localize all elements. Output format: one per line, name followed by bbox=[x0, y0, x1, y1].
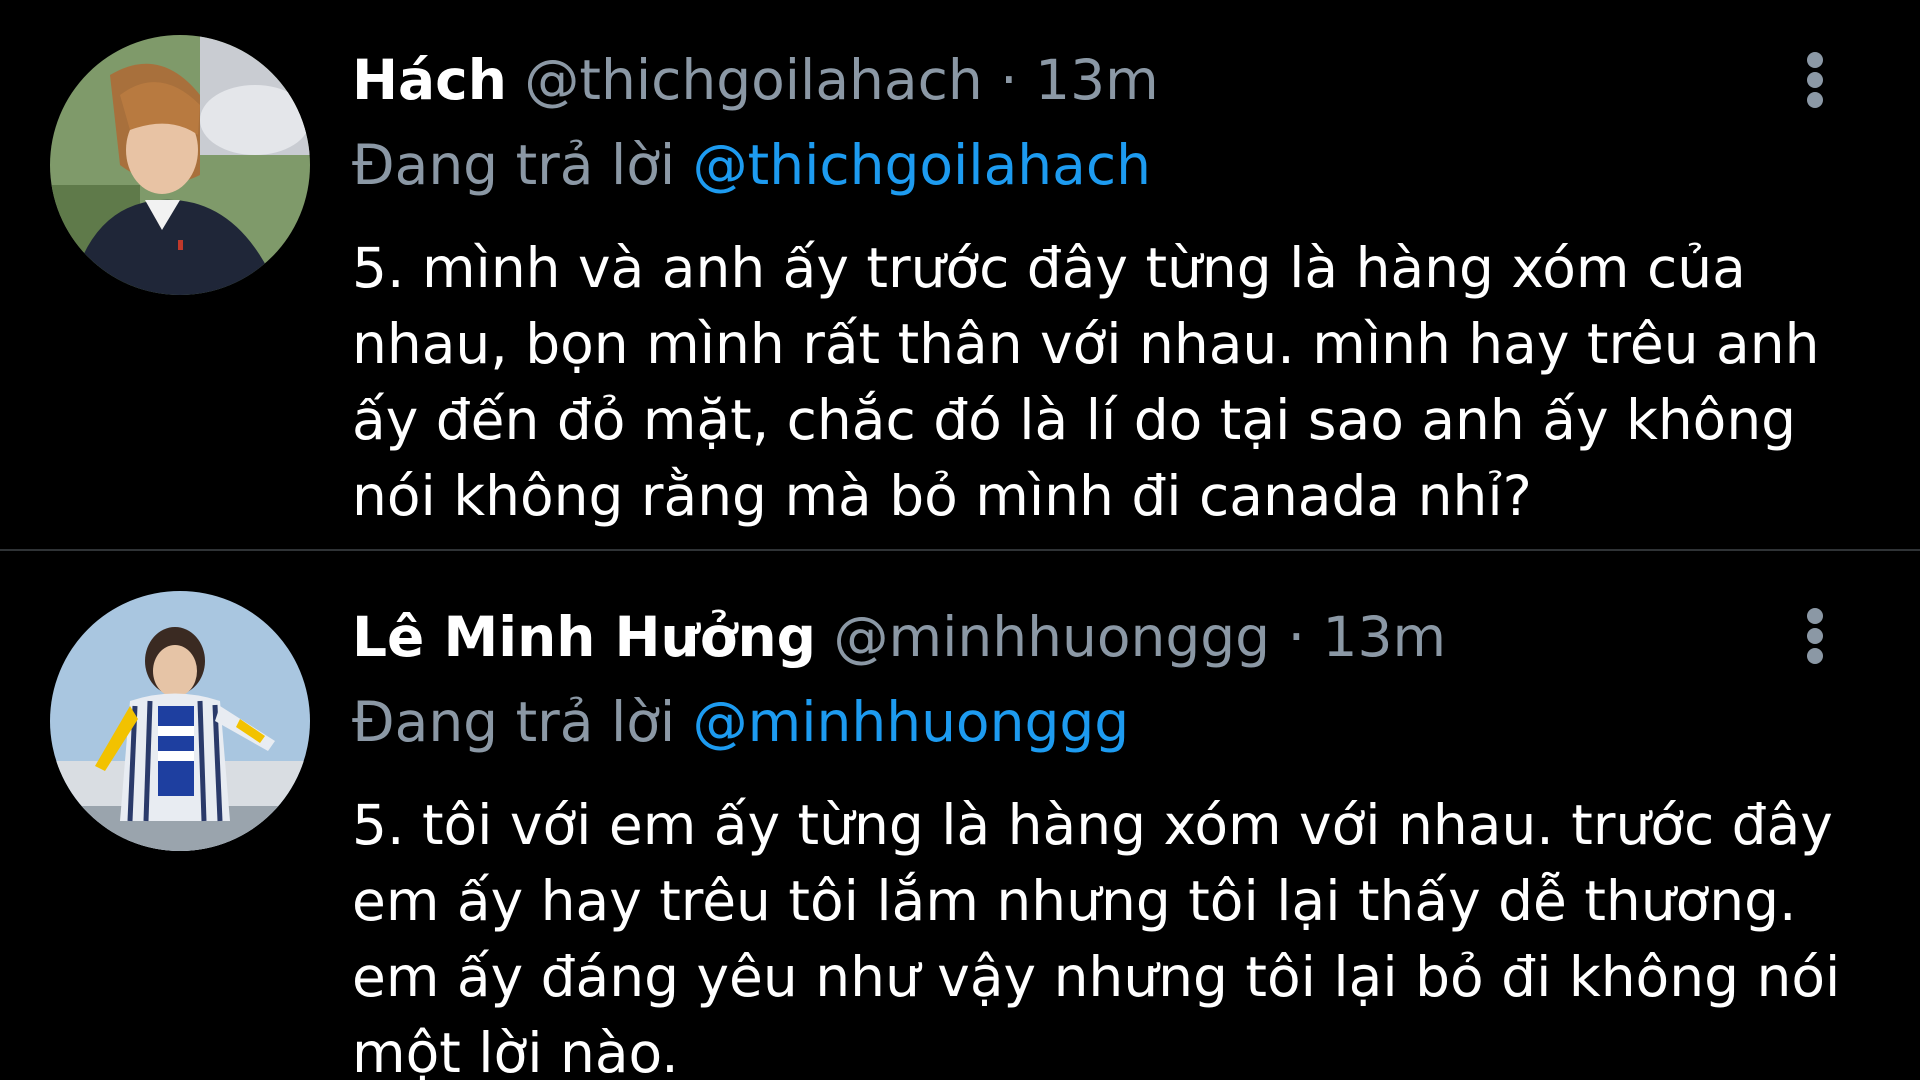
avatar[interactable] bbox=[50, 591, 310, 851]
tweet-text-line: em ấy hay trêu tôi lắm nhưng tôi lại thấ… bbox=[352, 869, 1797, 933]
more-options-button[interactable] bbox=[1790, 40, 1840, 120]
tweet-text-line: một lời nào. bbox=[352, 1021, 679, 1080]
tweet-text: 5. mình và anh ấy trước đây từng là hàng… bbox=[352, 230, 1852, 534]
tweet-header: Lê Minh Hưởng @minhhuonggg · 13m bbox=[352, 602, 1446, 672]
separator-dot: · bbox=[1287, 605, 1306, 669]
tweet-text-line: 5. tôi với em ấy từng là hàng xóm với nh… bbox=[352, 793, 1833, 857]
mention-link[interactable]: @thichgoilahach bbox=[693, 133, 1151, 197]
display-name[interactable]: Hách bbox=[352, 48, 507, 112]
user-handle[interactable]: @thichgoilahach bbox=[524, 48, 982, 112]
mention-link[interactable]: @minhhuonggg bbox=[693, 690, 1130, 754]
reply-timeline: Hách @thichgoilahach · 13m Đang trả lời … bbox=[0, 0, 1920, 1080]
avatar-image bbox=[50, 35, 310, 295]
tweet-text-line: em ấy đáng yêu như vậy nhưng tôi lại bỏ … bbox=[352, 945, 1841, 1009]
timestamp[interactable]: 13m bbox=[1323, 605, 1447, 669]
tweet-text-line: ấy đến đỏ mặt, chắc đó là lí do tại sao … bbox=[352, 388, 1797, 452]
replying-to: Đang trả lời @minhhuonggg bbox=[352, 687, 1129, 757]
replying-to: Đang trả lời @thichgoilahach bbox=[352, 130, 1151, 200]
tweet-text-line: 5. mình và anh ấy trước đây từng là hàng… bbox=[352, 236, 1746, 300]
display-name[interactable]: Lê Minh Hưởng bbox=[352, 605, 816, 669]
tweet[interactable]: Hách @thichgoilahach · 13m Đang trả lời … bbox=[0, 0, 1920, 549]
timestamp[interactable]: 13m bbox=[1035, 48, 1159, 112]
tweet[interactable]: Lê Minh Hưởng @minhhuonggg · 13m Đang tr… bbox=[0, 551, 1920, 1080]
tweet-text-line: nói không rằng mà bỏ mình đi canada nhỉ? bbox=[352, 464, 1532, 528]
tweet-text-line: nhau, bọn mình rất thân với nhau. mình h… bbox=[352, 312, 1820, 376]
replying-prefix: Đang trả lời bbox=[352, 133, 676, 197]
avatar[interactable] bbox=[50, 35, 310, 295]
separator-dot: · bbox=[1000, 48, 1018, 112]
replying-prefix: Đang trả lời bbox=[352, 690, 676, 754]
avatar-image bbox=[50, 591, 310, 851]
more-options-button[interactable] bbox=[1790, 596, 1840, 676]
tweet-header: Hách @thichgoilahach · 13m bbox=[352, 45, 1159, 115]
tweet-text: 5. tôi với em ấy từng là hàng xóm với nh… bbox=[352, 787, 1852, 1080]
user-handle[interactable]: @minhhuonggg bbox=[834, 605, 1271, 669]
